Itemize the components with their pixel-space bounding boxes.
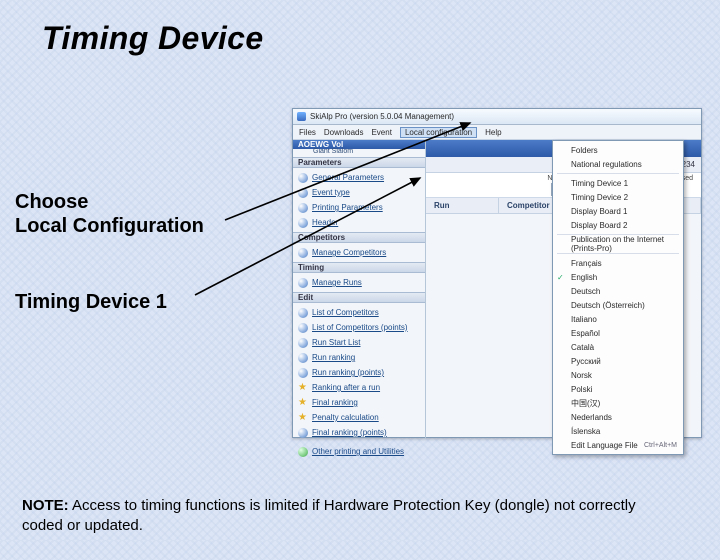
menu-local-configuration[interactable]: Local configuration [400,127,477,138]
menu-item-espa-ol[interactable]: Español [553,326,683,340]
menu-item-timing-device-1[interactable]: Timing Device 1 [553,176,683,190]
item-label: Header [312,218,338,227]
menu-item-folders[interactable]: Folders [553,143,683,157]
item-label: Run ranking [312,353,355,362]
menu-item-national-regulations[interactable]: National regulations [553,157,683,171]
item-icon [298,383,308,393]
section-parameters: Parameters [293,157,425,168]
item-label: Ranking after a run [312,383,380,392]
item-label: List of Competitors (points) [312,323,408,332]
item-icon [298,398,308,408]
menu-files[interactable]: Files [299,128,316,137]
menu-item-display-board-1[interactable]: Display Board 1 [553,204,683,218]
item-icon [298,353,308,363]
section-timing: Timing [293,262,425,273]
menubar[interactable]: Files Downloads Event Local configuration He… [293,125,701,140]
instruction-timing-device-1: Timing Device 1 [15,290,167,314]
section-competitors: Competitors [293,232,425,243]
item-label: Manage Runs [312,278,362,287]
other-printing-item[interactable]: Other printing and Utilities [293,444,425,459]
panel-item[interactable]: Event type [293,185,425,200]
window-titlebar: SkiAlp Pro (version 5.0.04 Management) [293,109,701,125]
window-title: SkiAlp Pro (version 5.0.04 Management) [310,112,454,121]
diamond-icon [298,447,308,457]
panel-item[interactable]: Ranking after a run [293,380,425,395]
menu-item-nederlands[interactable]: Nederlands [553,410,683,424]
menu-item-display-board-2[interactable]: Display Board 2 [553,218,683,232]
left-panel: AOEWG Vol Giant Slalom Parameters Genera… [293,140,426,439]
item-label: Run Start List [312,338,360,347]
menu-item-timing-device-2[interactable]: Timing Device 2 [553,190,683,204]
panel-item[interactable]: Run ranking [293,350,425,365]
item-label: Penalty calculation [312,413,379,422]
item-icon [298,308,308,318]
panel-item[interactable]: Manage Competitors [293,245,425,260]
panel-item[interactable]: Penalty calculation [293,410,425,425]
panel-item[interactable]: Run Start List [293,335,425,350]
panel-item[interactable]: Final ranking (points) [293,425,425,440]
menu-item-[interactable]: Русский [553,354,683,368]
menu-item-deutsch[interactable]: Deutsch [553,284,683,298]
item-label: Run ranking (points) [312,368,384,377]
note-label: NOTE: [22,497,69,514]
item-icon [298,173,308,183]
item-label: General Parameters [312,173,384,182]
local-configuration-menu[interactable]: FoldersNational regulations Timing Device… [552,140,684,455]
item-label: Other printing and Utilities [312,447,404,456]
menu-item-english[interactable]: English [553,270,683,284]
panel-item[interactable]: Final ranking [293,395,425,410]
note-text: Access to timing functions is limited if… [22,497,636,534]
menu-event[interactable]: Event [371,128,391,137]
item-label: Printing Parameters [312,203,383,212]
item-icon [298,248,308,258]
event-subtitle: Giant Slalom [293,148,425,157]
item-icon [298,203,308,213]
menu-item-[interactable]: 中国(汉) [553,396,683,410]
panel-item[interactable]: Printing Parameters [293,200,425,215]
item-label: Final ranking (points) [312,428,387,437]
item-icon [298,428,308,438]
instruction-choose-local-config: Choose Local Configuration [15,190,204,238]
menu-item-italiano[interactable]: Italiano [553,312,683,326]
item-icon [298,338,308,348]
item-label: Final ranking [312,398,358,407]
menu-item-norsk[interactable]: Norsk [553,368,683,382]
col-run[interactable]: Run [426,198,499,213]
item-icon [298,368,308,378]
menu-item-publication-on-the-internet-prints-pro[interactable]: Publication on the Internet (Prints-Pro) [553,237,683,251]
item-label: Event type [312,188,350,197]
item-label: List of Competitors [312,308,379,317]
panel-item[interactable]: List of Competitors [293,305,425,320]
shortcut-label: Ctrl+Alt+M [644,442,677,449]
panel-item[interactable]: List of Competitors (points) [293,320,425,335]
panel-item[interactable]: Header [293,215,425,230]
menu-item-catal[interactable]: Català [553,340,683,354]
panel-item[interactable]: General Parameters [293,170,425,185]
menu-item-edit-language-file[interactable]: Edit Language FileCtrl+Alt+M [553,438,683,452]
panel-item[interactable]: Manage Runs [293,275,425,290]
slide-title: Timing Device [42,20,720,57]
item-label: Manage Competitors [312,248,386,257]
instruction-line: Choose [15,190,204,214]
menu-help[interactable]: Help [485,128,501,137]
app-window: SkiAlp Pro (version 5.0.04 Management) F… [292,108,702,438]
menu-item-fran-ais[interactable]: Français [553,256,683,270]
app-icon [297,112,306,121]
item-icon [298,413,308,423]
note-block: NOTE: Access to timing functions is limi… [22,496,676,537]
item-icon [298,218,308,228]
section-edit: Edit [293,292,425,303]
item-icon [298,188,308,198]
item-icon [298,323,308,333]
panel-item[interactable]: Run ranking (points) [293,365,425,380]
menu-item-polski[interactable]: Polski [553,382,683,396]
menu-item-slenska[interactable]: Íslenska [553,424,683,438]
instruction-line: Local Configuration [15,214,204,238]
menu-downloads[interactable]: Downloads [324,128,364,137]
menu-item-deutsch-sterreich[interactable]: Deutsch (Österreich) [553,298,683,312]
item-icon [298,278,308,288]
